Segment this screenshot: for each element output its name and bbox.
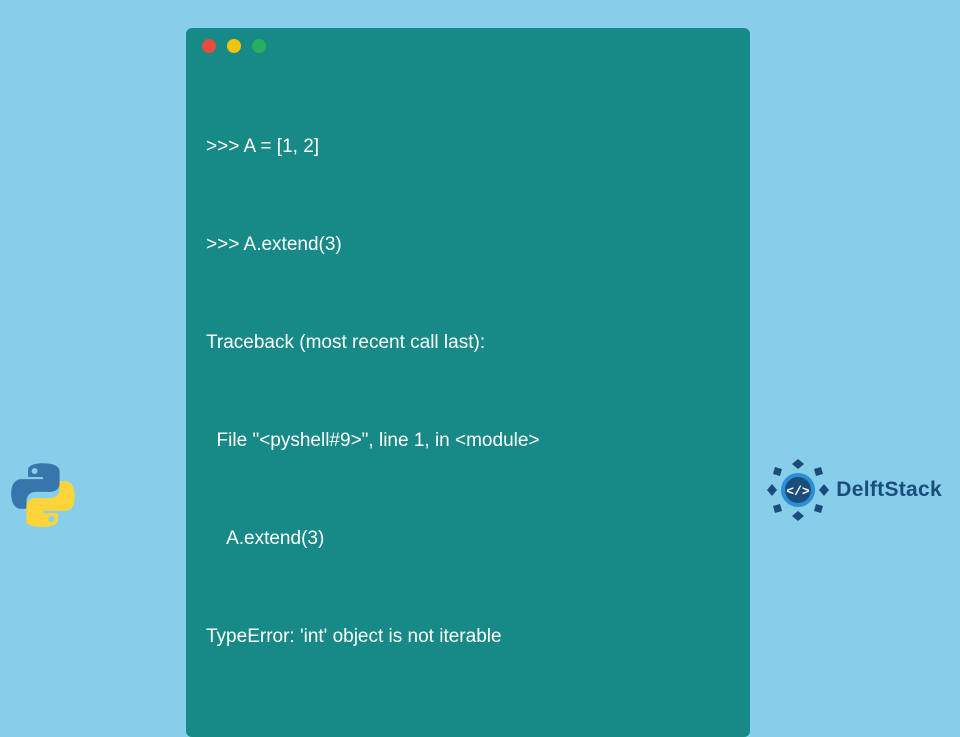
code-line: >>> A = [1, 2] (206, 131, 730, 164)
terminal-content: >>> A = [1, 2] >>> A.extend(3) Traceback… (186, 64, 750, 719)
minimize-dot-icon (227, 39, 241, 53)
code-line: File "<pyshell#9>", line 1, in <module> (206, 425, 730, 458)
delftstack-logo: </> DelftStack (766, 458, 942, 522)
delftstack-label: DelftStack (836, 478, 942, 502)
maximize-dot-icon (252, 39, 266, 53)
terminal-titlebar (186, 28, 750, 64)
close-dot-icon (202, 39, 216, 53)
code-line: TypeError: 'int' object is not iterable (206, 621, 730, 654)
code-line: Traceback (most recent call last): (206, 327, 730, 360)
svg-text:</>: </> (787, 484, 811, 499)
terminal-window: >>> A = [1, 2] >>> A.extend(3) Traceback… (186, 28, 750, 737)
code-line: >>> A.extend(3) (206, 229, 730, 262)
python-logo-icon (10, 462, 76, 528)
delftstack-badge-icon: </> (766, 458, 830, 522)
